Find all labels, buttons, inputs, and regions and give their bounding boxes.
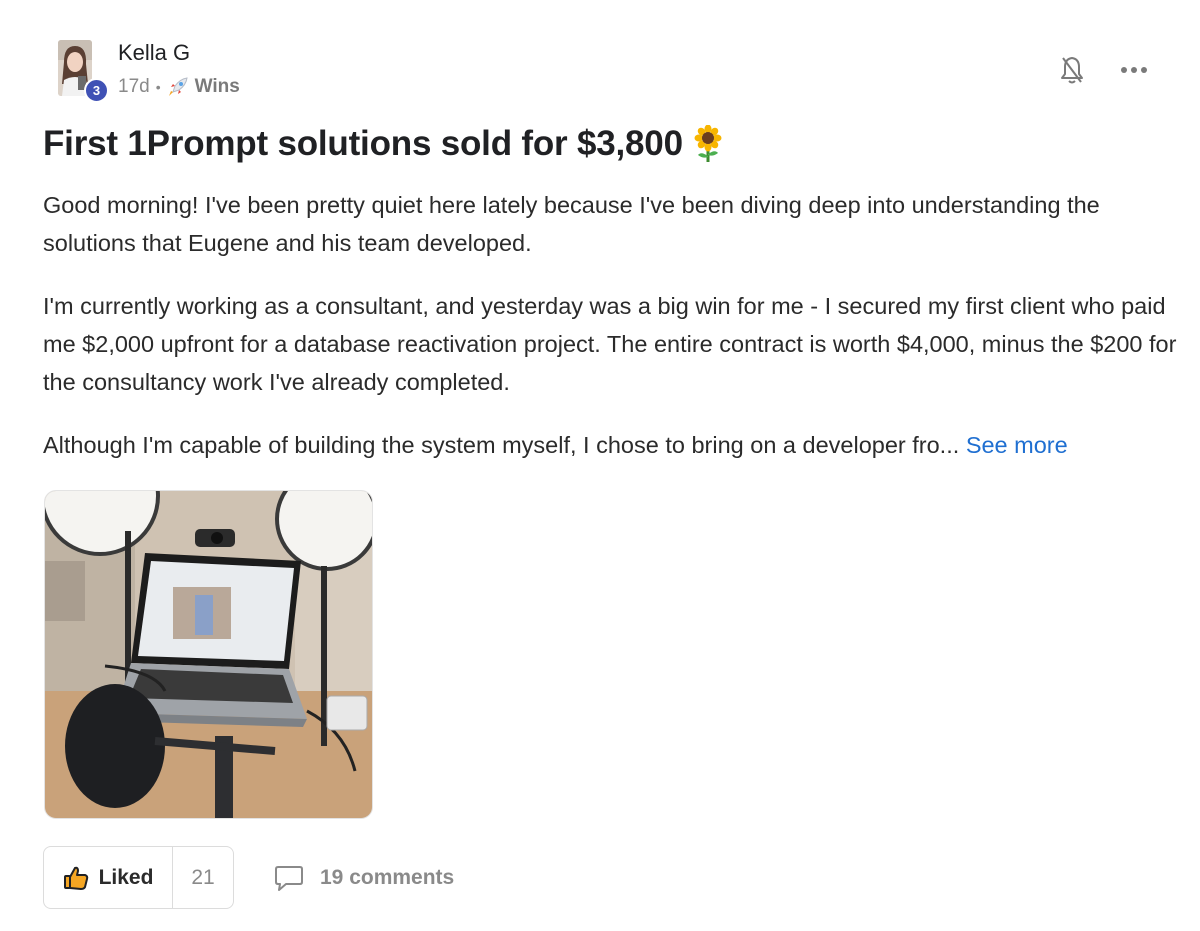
rocket-icon bbox=[167, 76, 189, 98]
post-paragraph-1: Good morning! I've been pretty quiet her… bbox=[43, 192, 1100, 256]
see-more-link[interactable]: See more bbox=[966, 432, 1068, 458]
post-image[interactable] bbox=[44, 490, 373, 819]
thumbs-up-icon bbox=[63, 866, 88, 890]
post-age: 17d bbox=[118, 76, 150, 97]
post-card: 3 Kella G 17d • Wins First 1Prompt solut… bbox=[0, 0, 1200, 931]
post-title[interactable]: First 1Prompt solutions sold for $3,800 bbox=[43, 124, 683, 164]
post-paragraph-2: I'm currently working as a consultant, a… bbox=[43, 293, 1177, 395]
comments-button[interactable]: 19 comments bbox=[274, 860, 454, 896]
like-count[interactable]: 21 bbox=[173, 847, 233, 908]
post-paragraph-3-text: Although I'm capable of building the sys… bbox=[43, 432, 960, 458]
category-link[interactable]: Wins bbox=[195, 76, 240, 98]
sunflower-icon bbox=[693, 125, 723, 163]
like-button[interactable]: Liked bbox=[44, 847, 173, 908]
bell-off-icon bbox=[1061, 57, 1083, 84]
like-group: Liked 21 bbox=[43, 846, 234, 909]
post-title-row: First 1Prompt solutions sold for $3,800 bbox=[43, 124, 723, 164]
level-badge: 3 bbox=[84, 78, 109, 103]
comment-icon bbox=[275, 866, 303, 891]
like-label: Liked bbox=[98, 865, 154, 889]
meta-separator: • bbox=[155, 79, 161, 95]
post-paragraph-3: Although I'm capable of building the sys… bbox=[43, 426, 1178, 464]
more-options-button[interactable] bbox=[1118, 56, 1150, 84]
more-icon bbox=[1121, 67, 1147, 73]
post-meta: 17d • Wins bbox=[118, 76, 240, 98]
author-avatar[interactable]: 3 bbox=[58, 40, 109, 103]
notification-toggle-button[interactable] bbox=[1058, 54, 1086, 86]
comments-label: 19 comments bbox=[320, 866, 455, 889]
author-name[interactable]: Kella G bbox=[118, 40, 190, 66]
